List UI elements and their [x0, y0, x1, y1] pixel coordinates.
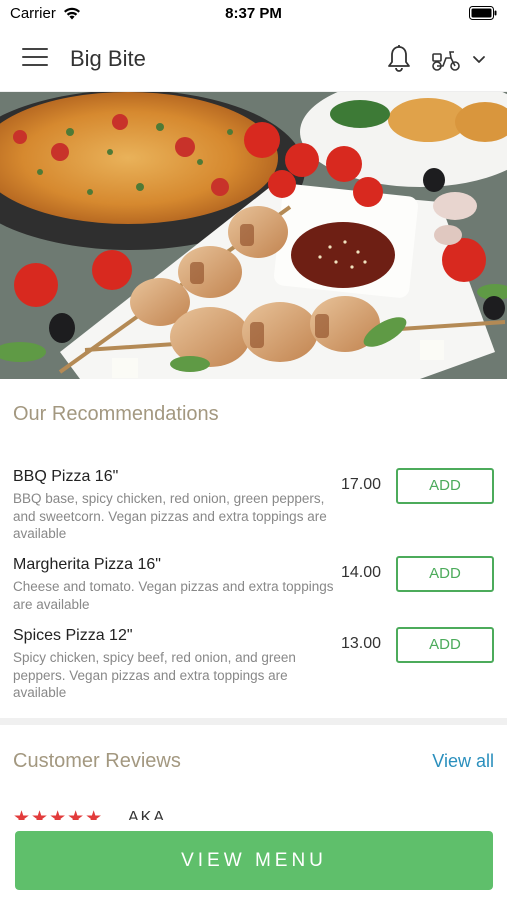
reviews-section: Customer Reviews View all ★★★★★ AKA — [0, 725, 507, 835]
add-button[interactable]: ADD — [396, 627, 494, 663]
restaurant-title: Big Bite — [70, 46, 146, 71]
recommendations-section: Our Recommendations BBQ Pizza 16" BBQ ba… — [0, 379, 507, 721]
navigation-bar: Big Bite — [0, 28, 507, 92]
section-divider — [0, 718, 507, 725]
item-description: Spicy chicken, spicy beef, red onion, an… — [13, 650, 296, 700]
hero-food-image — [0, 92, 507, 379]
item-description: Cheese and tomato. Vegan pizzas and extr… — [13, 579, 334, 612]
food-photo-icon — [0, 92, 507, 379]
status-time: 8:37 PM — [225, 5, 282, 22]
battery-icon — [469, 6, 497, 20]
item-description: BBQ base, spicy chicken, red onion, gree… — [13, 491, 327, 541]
item-price: 13.00 — [341, 635, 382, 652]
item-price: 17.00 — [341, 476, 382, 493]
view-all-link[interactable]: View all — [432, 751, 494, 772]
status-bar: Carrier 8:37 PM — [0, 0, 507, 28]
reviews-title: Customer Reviews — [13, 750, 181, 772]
bell-icon[interactable] — [385, 44, 413, 74]
add-button[interactable]: ADD — [396, 556, 494, 592]
item-name: Margherita Pizza 16" — [13, 556, 161, 573]
view-menu-button[interactable]: VIEW MENU — [15, 831, 493, 890]
item-price: 14.00 — [341, 564, 382, 581]
recommendations-title: Our Recommendations — [13, 403, 219, 425]
menu-icon[interactable] — [22, 48, 48, 70]
add-button[interactable]: ADD — [396, 468, 494, 504]
scooter-icon[interactable] — [430, 48, 462, 72]
chevron-down-icon[interactable] — [471, 52, 487, 66]
bottom-action-bar: VIEW MENU — [0, 820, 507, 900]
item-name: Spices Pizza 12" — [13, 627, 133, 644]
item-name: BBQ Pizza 16" — [13, 468, 119, 485]
